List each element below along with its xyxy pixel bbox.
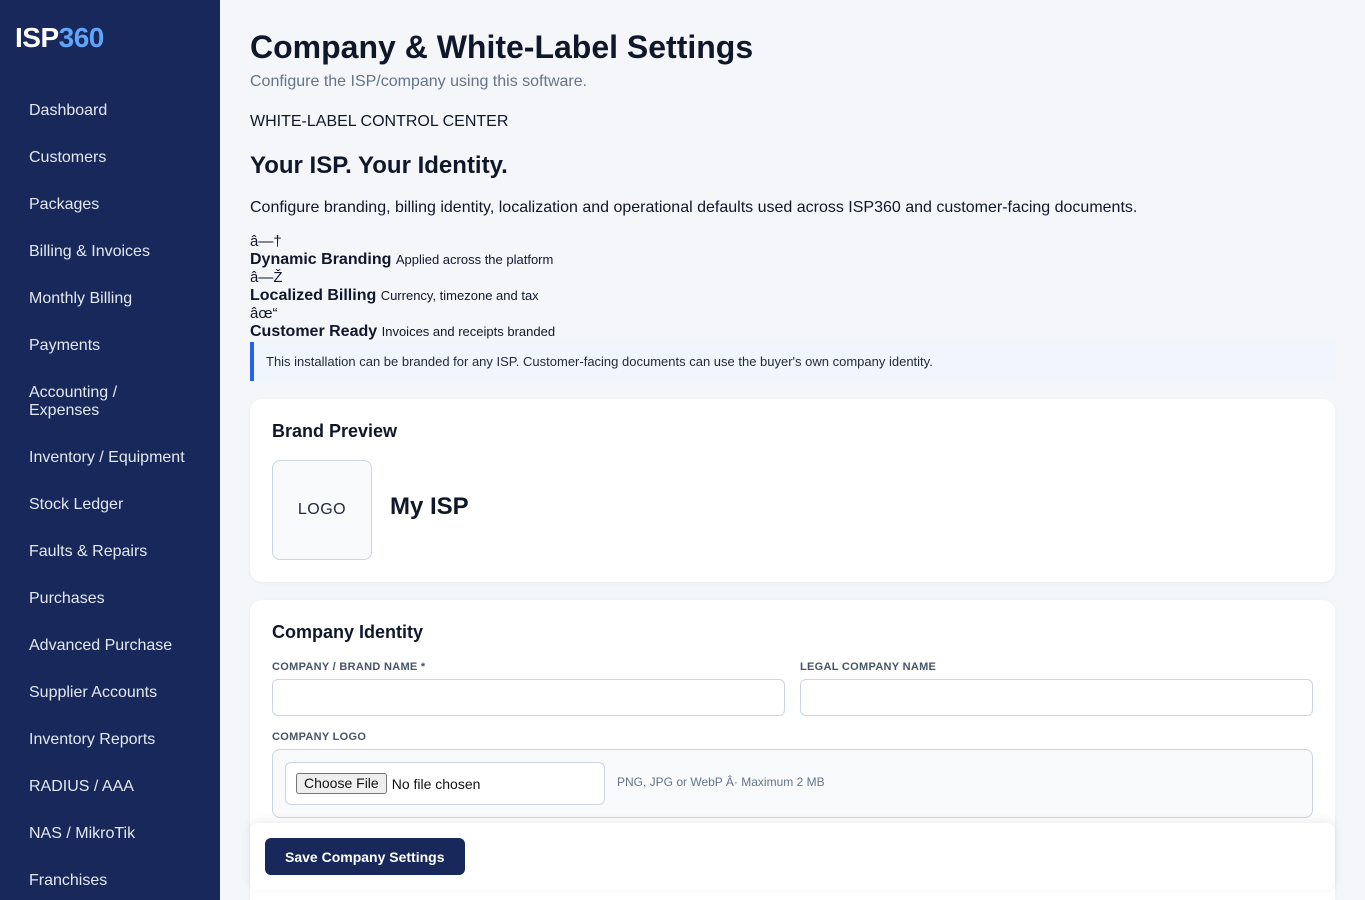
file-status: No file chosen — [391, 775, 481, 792]
logo-placeholder: LOGO — [272, 460, 372, 560]
feature-localized-billing: â—Ž Localized Billing Currency, timezone… — [250, 269, 539, 305]
sidebar-item-inventory-reports[interactable]: Inventory Reports — [0, 718, 220, 765]
sidebar: ISP360 Dashboard Customers Packages Bill… — [0, 0, 220, 900]
brand-name-label: COMPANY / BRAND NAME * — [272, 661, 426, 673]
sidebar-item-billing-invoices[interactable]: Billing & Invoices — [0, 230, 220, 277]
sidebar-item-label: RADIUS / AAA — [29, 778, 134, 795]
hero-title: Your ISP. Your Identity. — [250, 152, 508, 179]
sidebar-item-label: Purchases — [29, 590, 105, 607]
card-title: Company Identity — [272, 622, 424, 642]
feature-dynamic-branding: â—† Dynamic Branding Applied across the … — [250, 233, 553, 269]
sidebar-item-label: NAS / MikroTik — [29, 825, 136, 842]
bullseye-icon: â—Ž — [250, 269, 283, 286]
legal-name-label: LEGAL COMPANY NAME — [800, 661, 937, 673]
brand-preview-card: Brand Preview LOGO My ISP — [250, 399, 1335, 582]
sidebar-item-label: Monthly Billing — [29, 290, 133, 307]
page-subtitle: Configure the ISP/company using this sof… — [250, 73, 588, 90]
sidebar-item-label: Customers — [29, 149, 107, 166]
brand-main: ISP — [15, 22, 59, 53]
feature-desc: Currency, timezone and tax — [380, 288, 539, 303]
checkmark-icon: âœ“ — [250, 305, 278, 322]
sidebar-item-accounting-expenses[interactable]: Accounting / Expenses — [0, 371, 220, 436]
feature-desc: Invoices and receipts branded — [381, 324, 556, 339]
sidebar-item-label: Billing & Invoices — [29, 243, 150, 260]
card-title: Brand Preview — [272, 421, 398, 441]
sidebar-item-label: Inventory / Equipment — [29, 449, 185, 466]
save-company-settings-button[interactable]: Save Company Settings — [265, 838, 465, 875]
sidebar-item-label: Faults & Repairs — [29, 543, 148, 560]
sidebar-item-packages[interactable]: Packages — [0, 183, 220, 230]
brand-name-input[interactable] — [272, 679, 785, 716]
feature-desc: Applied across the platform — [395, 252, 554, 267]
sidebar-item-stock-ledger[interactable]: Stock Ledger — [0, 483, 220, 530]
sidebar-item-franchises[interactable]: Franchises — [0, 859, 220, 900]
hero-description: Configure branding, billing identity, lo… — [250, 199, 1138, 216]
sidebar-item-monthly-billing[interactable]: Monthly Billing — [0, 277, 220, 324]
sidebar-item-label: Inventory Reports — [29, 731, 156, 748]
sidebar-item-nas-mikrotik[interactable]: NAS / MikroTik — [0, 812, 220, 859]
sidebar-item-label: Stock Ledger — [29, 496, 124, 513]
app-logo[interactable]: ISP360 — [15, 22, 104, 54]
sticky-save-bar: Save Company Settings — [250, 823, 1335, 890]
choose-file-button[interactable]: Choose File — [296, 773, 387, 794]
feature-customer-ready: âœ“ Customer Ready Invoices and receipts… — [250, 305, 555, 341]
sidebar-item-label: Packages — [29, 196, 100, 213]
file-hint: PNG, JPG or WebP Â· Maximum 2 MB — [617, 775, 825, 789]
preview-company-name: My ISP — [390, 493, 469, 520]
sidebar-item-label: Dashboard — [29, 102, 108, 119]
sidebar-nav: Dashboard Customers Packages Billing & I… — [0, 89, 220, 900]
hero-eyebrow: WHITE-LABEL CONTROL CENTER — [250, 113, 509, 130]
logo-upload-zone: Choose File No file chosen PNG, JPG or W… — [272, 749, 1313, 818]
sidebar-item-label: Advanced Purchase — [29, 637, 173, 654]
sidebar-item-faults-repairs[interactable]: Faults & Repairs — [0, 530, 220, 577]
page-title: Company & White-Label Settings — [250, 29, 754, 65]
diamond-icon: â—† — [250, 233, 282, 250]
legal-name-input[interactable] — [800, 679, 1313, 716]
brand-accent: 360 — [58, 22, 105, 53]
feature-title: Dynamic Branding — [250, 251, 392, 268]
sidebar-item-label: Payments — [29, 337, 101, 354]
info-notice: This installation can be branded for any… — [250, 342, 1335, 381]
sidebar-item-supplier-accounts[interactable]: Supplier Accounts — [0, 671, 220, 718]
feature-title: Localized Billing — [250, 287, 377, 304]
sidebar-item-payments[interactable]: Payments — [0, 324, 220, 371]
sidebar-item-purchases[interactable]: Purchases — [0, 577, 220, 624]
sidebar-item-label: Supplier Accounts — [29, 684, 158, 701]
sidebar-item-customers[interactable]: Customers — [0, 136, 220, 183]
file-input[interactable]: Choose File No file chosen — [285, 762, 605, 805]
sidebar-item-label: Accounting / Expenses — [29, 384, 118, 419]
sidebar-item-inventory-equipment[interactable]: Inventory / Equipment — [0, 436, 220, 483]
sidebar-item-dashboard[interactable]: Dashboard — [0, 89, 220, 136]
sidebar-item-radius-aaa[interactable]: RADIUS / AAA — [0, 765, 220, 812]
feature-title: Customer Ready — [250, 323, 378, 340]
main-content: Company & White-Label Settings Configure… — [220, 0, 1365, 900]
sidebar-item-label: Franchises — [29, 872, 108, 889]
company-logo-label: COMPANY LOGO — [272, 731, 367, 743]
sidebar-item-advanced-purchase[interactable]: Advanced Purchase — [0, 624, 220, 671]
